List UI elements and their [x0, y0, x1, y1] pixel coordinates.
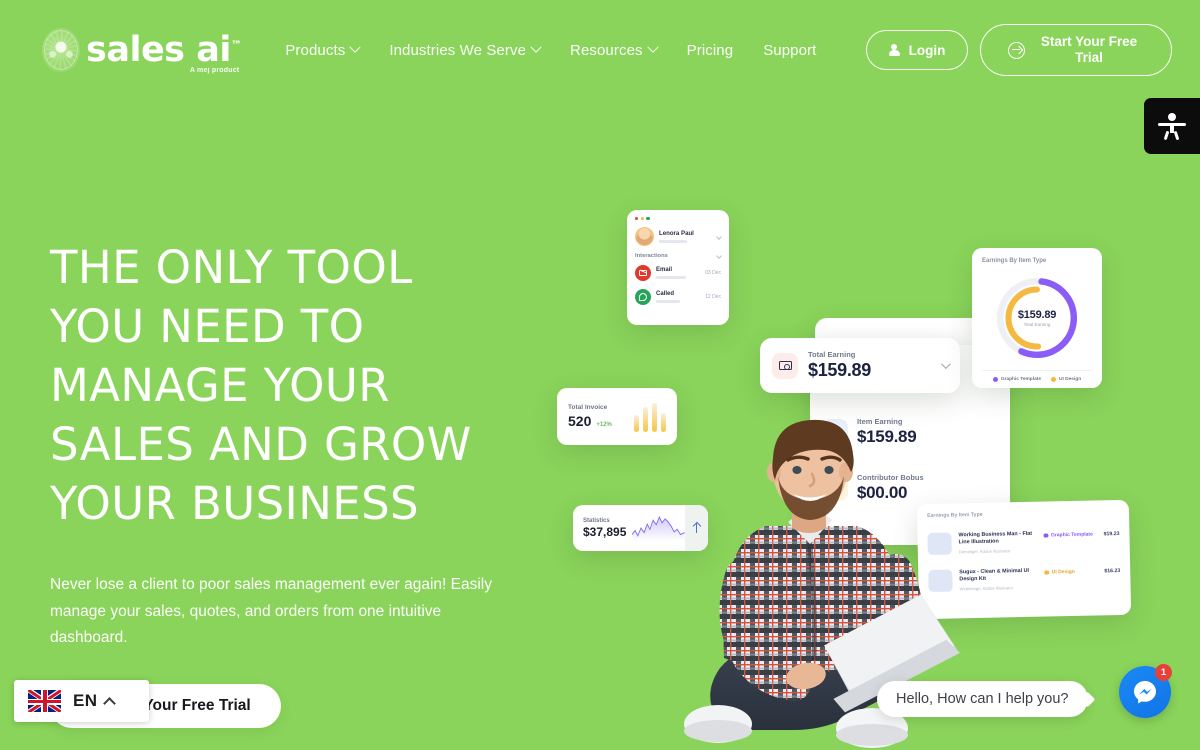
header-start-trial-button[interactable]: Start Your Free Trial — [980, 24, 1172, 76]
logo-globe-icon — [42, 28, 80, 72]
nav-label: Products — [285, 41, 346, 59]
item-price: $16.23 — [1104, 567, 1121, 575]
brand-tagline: A mej product — [189, 66, 240, 74]
messenger-icon — [1134, 681, 1156, 704]
money-screen-icon — [772, 352, 798, 379]
nav-label: Resources — [570, 41, 643, 59]
nav-item-resources[interactable]: Resources — [570, 41, 659, 59]
item-tag: Graphic Template — [1043, 531, 1096, 538]
donut-title: Earnings By Item Type — [982, 258, 1047, 264]
placeholder-line — [656, 299, 680, 303]
chevron-down-icon[interactable] — [940, 359, 951, 370]
total-invoice-card: Total Invoice 520 +12% — [557, 388, 677, 445]
legend-item-graphic-template: Graphic Template — [992, 377, 1041, 382]
item-price: $19.23 — [1103, 530, 1120, 538]
window-dots — [635, 217, 721, 221]
earnings-by-item-type-card: Earnings By Item Type $159.89 Total Earn… — [972, 248, 1102, 388]
statistics-sparkline — [632, 515, 686, 541]
total-earning-card[interactable]: Total Earning $159.89 — [760, 338, 960, 393]
hero-subtitle: Never lose a client to poor sales manage… — [50, 576, 492, 646]
interactions-label: Interactions — [635, 253, 722, 260]
interaction-row-email: Email 03 Dec — [635, 265, 721, 282]
chevron-down-icon — [349, 41, 361, 53]
messenger-chat-button[interactable]: 1 — [1119, 664, 1172, 718]
site-header: sales ai™ A mej product Products Industr… — [0, 0, 1200, 100]
nav-item-industries[interactable]: Industries We Serve — [389, 41, 542, 59]
trademark-symbol: ™ — [230, 37, 242, 51]
nav-label: Industries We Serve — [389, 41, 527, 59]
interaction-row-called: Called 12 Dec — [635, 289, 721, 306]
placeholder-line — [656, 275, 686, 279]
contact-header: Lenora Paul — [635, 227, 722, 247]
unread-badge: 1 — [1155, 664, 1172, 681]
chevron-up-icon[interactable] — [103, 696, 117, 710]
contact-name: Lenora Paul — [659, 230, 694, 238]
email-icon — [635, 265, 651, 282]
arrow-right-circle-icon — [1008, 41, 1025, 59]
statistics-value: $37,895 — [583, 524, 627, 539]
accessibility-person-icon — [1157, 111, 1187, 141]
nav-item-pricing[interactable]: Pricing — [687, 42, 734, 59]
item-tag: UI Design — [1044, 568, 1097, 575]
phone-icon — [635, 289, 651, 306]
language-code: EN — [73, 691, 98, 710]
nav-label: Pricing — [686, 41, 734, 59]
uk-flag-icon — [28, 690, 61, 712]
brand-name: sales ai™ — [86, 29, 242, 70]
placeholder-line — [659, 240, 687, 244]
brand-logo[interactable]: sales ai™ A mej product — [42, 28, 242, 74]
language-selector[interactable]: EN — [14, 680, 149, 722]
chevron-down-icon — [716, 253, 722, 260]
interaction-type: Email — [656, 267, 673, 274]
page-title: THE ONLY TOOL YOU NEED TO MANAGE YOUR SA… — [50, 241, 472, 530]
user-icon — [888, 44, 900, 56]
invoice-value: 520 — [568, 413, 592, 429]
chat-greeting-bubble[interactable]: Hello, How can I help you? — [877, 681, 1088, 717]
interaction-date: 12 Dec — [705, 294, 721, 301]
chevron-down-icon — [716, 233, 722, 240]
avatar — [635, 227, 654, 247]
login-label: Login — [908, 42, 946, 58]
invoice-bar-chart — [634, 402, 666, 432]
header-actions: Login Start Your Free Trial — [866, 24, 1172, 76]
interaction-type: Called — [656, 291, 675, 298]
login-button[interactable]: Login — [866, 30, 968, 70]
main-navigation: Products Industries We Serve Resources P… — [285, 42, 816, 59]
interaction-date: 03 Dec — [705, 270, 721, 277]
accessibility-widget-button[interactable] — [1144, 98, 1200, 154]
trial-label: Start Your Free Trial — [1040, 34, 1138, 65]
nav-item-support[interactable]: Support — [763, 42, 816, 59]
donut-sublabel: Total Earning — [1023, 322, 1051, 327]
statistics-label: Statistics — [583, 517, 610, 524]
invoice-label: Total Invoice — [568, 404, 608, 411]
chevron-down-icon — [530, 41, 542, 53]
total-earning-value: $159.89 — [808, 360, 871, 380]
nav-item-products[interactable]: Products — [285, 41, 361, 59]
nav-label: Support — [763, 41, 817, 59]
hero-content: THE ONLY TOOL YOU NEED TO MANAGE YOUR SA… — [50, 238, 520, 750]
donut-chart: $159.89 Total Earning — [991, 272, 1083, 364]
contact-card: Lenora Paul Interactions Email 03 Dec Ca… — [627, 210, 729, 325]
total-earning-label: Total Earning — [808, 350, 856, 359]
invoice-delta: +12% — [596, 422, 612, 428]
chat-message: Hello, How can I help you? — [896, 691, 1069, 707]
donut-amount: $159.89 — [1017, 309, 1057, 321]
chevron-down-icon — [646, 41, 659, 53]
donut-legend: Graphic Template UI Design — [982, 370, 1092, 382]
legend-item-ui-design: UI Design — [1051, 377, 1081, 382]
